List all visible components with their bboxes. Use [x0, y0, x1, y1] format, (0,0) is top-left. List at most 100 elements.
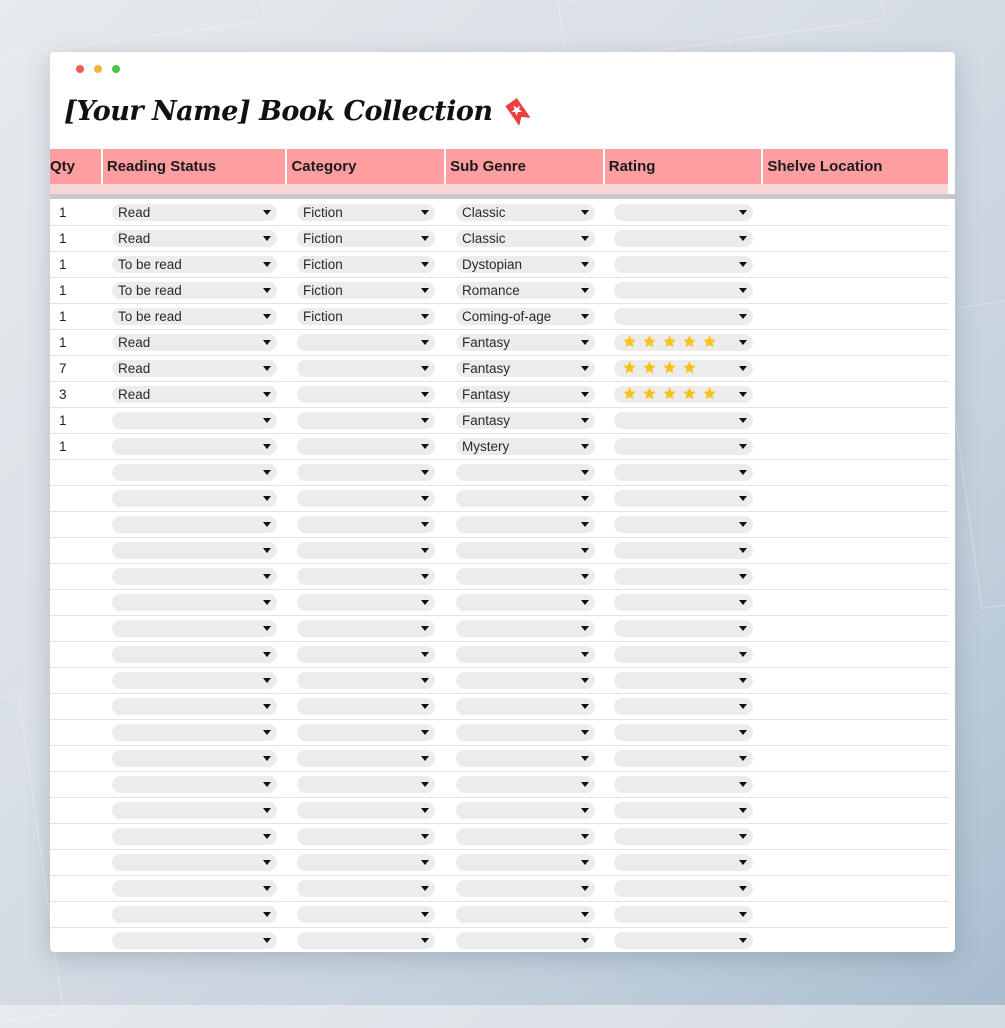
category-dropdown[interactable]: [297, 386, 435, 403]
chevron-down-icon[interactable]: [739, 860, 747, 865]
chevron-down-icon[interactable]: [263, 938, 271, 943]
chevron-down-icon[interactable]: [739, 314, 747, 319]
sub-genre-dropdown[interactable]: Dystopian: [456, 256, 595, 273]
rating-dropdown[interactable]: [614, 854, 753, 871]
reading-status-dropdown[interactable]: [112, 438, 277, 455]
category-dropdown[interactable]: [297, 672, 435, 689]
chevron-down-icon[interactable]: [263, 470, 271, 475]
chevron-down-icon[interactable]: [581, 522, 589, 527]
rating-dropdown[interactable]: [614, 750, 753, 767]
chevron-down-icon[interactable]: [581, 366, 589, 371]
reading-status-dropdown[interactable]: [112, 568, 277, 585]
qty-cell[interactable]: 1: [59, 200, 67, 226]
sub-genre-dropdown[interactable]: [456, 464, 595, 481]
chevron-down-icon[interactable]: [421, 288, 429, 293]
chevron-down-icon[interactable]: [421, 678, 429, 683]
chevron-down-icon[interactable]: [263, 600, 271, 605]
chevron-down-icon[interactable]: [421, 314, 429, 319]
chevron-down-icon[interactable]: [263, 574, 271, 579]
chevron-down-icon[interactable]: [581, 886, 589, 891]
category-dropdown[interactable]: [297, 776, 435, 793]
category-dropdown[interactable]: [297, 750, 435, 767]
chevron-down-icon[interactable]: [581, 340, 589, 345]
reading-status-dropdown[interactable]: [112, 802, 277, 819]
chevron-down-icon[interactable]: [739, 704, 747, 709]
chevron-down-icon[interactable]: [421, 808, 429, 813]
chevron-down-icon[interactable]: [263, 496, 271, 501]
category-dropdown[interactable]: [297, 646, 435, 663]
sub-genre-dropdown[interactable]: [456, 594, 595, 611]
qty-cell[interactable]: 1: [59, 408, 67, 434]
reading-status-dropdown[interactable]: [112, 672, 277, 689]
rating-dropdown[interactable]: [614, 542, 753, 559]
category-dropdown[interactable]: [297, 724, 435, 741]
reading-status-dropdown[interactable]: [112, 464, 277, 481]
chevron-down-icon[interactable]: [263, 808, 271, 813]
chevron-down-icon[interactable]: [263, 730, 271, 735]
rating-dropdown[interactable]: [614, 698, 753, 715]
category-dropdown[interactable]: [297, 334, 435, 351]
reading-status-dropdown[interactable]: [112, 724, 277, 741]
column-header-qty[interactable]: Qty: [50, 149, 101, 184]
sub-genre-dropdown[interactable]: [456, 750, 595, 767]
reading-status-dropdown[interactable]: Read: [112, 334, 277, 351]
category-dropdown[interactable]: [297, 594, 435, 611]
qty-cell[interactable]: 1: [59, 434, 67, 460]
chevron-down-icon[interactable]: [263, 704, 271, 709]
reading-status-dropdown[interactable]: [112, 906, 277, 923]
reading-status-dropdown[interactable]: [112, 750, 277, 767]
reading-status-dropdown[interactable]: [112, 490, 277, 507]
chevron-down-icon[interactable]: [263, 860, 271, 865]
chevron-down-icon[interactable]: [581, 210, 589, 215]
category-dropdown[interactable]: [297, 802, 435, 819]
chevron-down-icon[interactable]: [739, 288, 747, 293]
chevron-down-icon[interactable]: [263, 340, 271, 345]
category-dropdown[interactable]: [297, 464, 435, 481]
column-header-sub-genre[interactable]: Sub Genre: [446, 149, 603, 184]
chevron-down-icon[interactable]: [421, 938, 429, 943]
rating-dropdown[interactable]: [614, 230, 753, 247]
chevron-down-icon[interactable]: [263, 782, 271, 787]
chevron-down-icon[interactable]: [421, 496, 429, 501]
qty-cell[interactable]: 7: [59, 356, 67, 382]
rating-dropdown[interactable]: [614, 672, 753, 689]
reading-status-dropdown[interactable]: [112, 932, 277, 949]
rating-dropdown[interactable]: [614, 412, 753, 429]
reading-status-dropdown[interactable]: To be read: [112, 308, 277, 325]
column-header-category[interactable]: Category: [287, 149, 445, 184]
chevron-down-icon[interactable]: [263, 236, 271, 241]
reading-status-dropdown[interactable]: [112, 412, 277, 429]
category-dropdown[interactable]: [297, 516, 435, 533]
chevron-down-icon[interactable]: [739, 496, 747, 501]
chevron-down-icon[interactable]: [421, 730, 429, 735]
chevron-down-icon[interactable]: [739, 392, 747, 397]
chevron-down-icon[interactable]: [581, 808, 589, 813]
chevron-down-icon[interactable]: [263, 366, 271, 371]
chevron-down-icon[interactable]: [581, 678, 589, 683]
chevron-down-icon[interactable]: [581, 392, 589, 397]
reading-status-dropdown[interactable]: [112, 620, 277, 637]
reading-status-dropdown[interactable]: Read: [112, 386, 277, 403]
reading-status-dropdown[interactable]: Read: [112, 204, 277, 221]
chevron-down-icon[interactable]: [263, 444, 271, 449]
chevron-down-icon[interactable]: [263, 210, 271, 215]
rating-dropdown[interactable]: [614, 828, 753, 845]
rating-dropdown[interactable]: [614, 724, 753, 741]
chevron-down-icon[interactable]: [263, 652, 271, 657]
rating-dropdown[interactable]: [614, 282, 753, 299]
category-dropdown[interactable]: [297, 438, 435, 455]
sub-genre-dropdown[interactable]: Classic: [456, 230, 595, 247]
chevron-down-icon[interactable]: [581, 860, 589, 865]
chevron-down-icon[interactable]: [263, 288, 271, 293]
sub-genre-dropdown[interactable]: [456, 932, 595, 949]
chevron-down-icon[interactable]: [421, 210, 429, 215]
chevron-down-icon[interactable]: [581, 236, 589, 241]
sub-genre-dropdown[interactable]: Fantasy: [456, 412, 595, 429]
rating-dropdown[interactable]: [614, 490, 753, 507]
chevron-down-icon[interactable]: [739, 808, 747, 813]
reading-status-dropdown[interactable]: To be read: [112, 282, 277, 299]
chevron-down-icon[interactable]: [739, 886, 747, 891]
close-dot[interactable]: [76, 65, 84, 73]
chevron-down-icon[interactable]: [421, 782, 429, 787]
sub-genre-dropdown[interactable]: [456, 854, 595, 871]
